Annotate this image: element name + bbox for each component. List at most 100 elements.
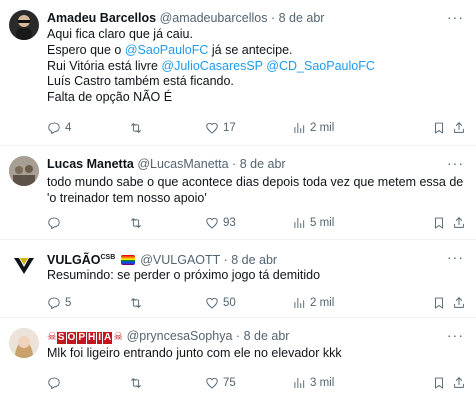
text-segment: todo mundo sabe o que acontece dias depo… [47, 175, 464, 189]
tweet-text-line: todo mundo sabe o que acontece dias depo… [47, 175, 463, 191]
heart-icon [205, 121, 219, 135]
more-icon[interactable]: ··· [447, 249, 464, 265]
reply-button[interactable] [47, 215, 65, 231]
views-icon [292, 216, 306, 230]
name-letter: H [87, 332, 97, 344]
display-name[interactable]: Amadeu Barcellos [47, 11, 156, 25]
tweet[interactable]: Lucas Manetta @LucasManetta · 8 de abr ·… [0, 146, 476, 240]
avatar[interactable] [9, 10, 39, 40]
views-count: 3 mil [310, 377, 335, 389]
avatar[interactable] [9, 250, 39, 280]
share-icon [452, 216, 466, 230]
tweet[interactable]: VULGÃOCSB @VULGAOTT · 8 de abr ··· Resum… [0, 240, 476, 318]
tweet-actions: 75 3 mil [47, 375, 464, 391]
tweet-text-line: Aqui fica claro que já caiu. [47, 27, 375, 43]
bookmark-button[interactable] [432, 215, 446, 231]
tweet-header: ☠S O P H I A ☠ @pryncesaSophya · 8 de abr [47, 328, 289, 345]
text-segment: Mlk foi ligeiro entrando junto com ele n… [47, 346, 342, 360]
user-handle[interactable]: @amadeubarcellos [160, 11, 268, 25]
skull-emoji-icon: ☠ [113, 331, 124, 343]
reply-icon [47, 296, 61, 310]
user-handle[interactable]: @pryncesaSophya [127, 329, 233, 343]
retweet-button[interactable] [129, 120, 147, 136]
retweet-icon [129, 121, 143, 135]
name-letter: P [77, 332, 86, 344]
share-button[interactable] [452, 215, 466, 231]
bookmark-button[interactable] [432, 120, 446, 136]
avatar[interactable] [9, 156, 39, 186]
more-icon[interactable]: ··· [447, 327, 464, 343]
like-count: 75 [223, 377, 236, 389]
heart-icon [205, 296, 219, 310]
views-button[interactable]: 3 mil [292, 375, 334, 391]
retweet-icon [129, 376, 143, 390]
bookmark-button[interactable] [432, 375, 446, 391]
tweet-text: Mlk foi ligeiro entrando junto com ele n… [47, 346, 342, 362]
tweet-header: VULGÃOCSB @VULGAOTT · 8 de abr [47, 250, 277, 268]
user-handle[interactable]: @LucasManetta [137, 157, 228, 171]
mention-link[interactable]: @CD_SaoPauloFC [266, 59, 375, 73]
bookmark-icon [432, 376, 446, 390]
views-count: 2 mil [310, 122, 335, 134]
tweet-actions: 4 17 2 mil [47, 120, 464, 136]
retweet-button[interactable] [129, 375, 147, 391]
tweet-actions: 93 5 mil [47, 215, 464, 231]
more-icon[interactable]: ··· [447, 9, 464, 25]
views-icon [292, 376, 306, 390]
separator-dot: · [232, 157, 237, 171]
share-button[interactable] [452, 120, 466, 136]
text-segment: Luís Castro também está ficando. [47, 74, 234, 89]
tweet-date[interactable]: 8 de abr [244, 329, 290, 343]
display-name[interactable]: Lucas Manetta [47, 157, 134, 171]
name-letter: A [103, 332, 113, 344]
more-icon[interactable]: ··· [447, 155, 464, 171]
like-button[interactable]: 50 [205, 295, 236, 311]
retweet-icon [129, 216, 143, 230]
mention-link[interactable]: @JulioCasaresSP [161, 59, 262, 73]
tweet[interactable]: ☠S O P H I A ☠ @pryncesaSophya · 8 de abr ··· … [0, 318, 476, 401]
views-button[interactable]: 5 mil [292, 215, 334, 231]
like-button[interactable]: 75 [205, 375, 236, 391]
text-segment: já se antecipe. [208, 42, 293, 57]
retweet-button[interactable] [129, 215, 147, 231]
display-name[interactable]: ☠S O P H I A ☠ [47, 328, 123, 345]
avatar[interactable] [9, 328, 39, 358]
reply-icon [47, 376, 61, 390]
name-letter: I [97, 332, 103, 344]
separator-dot: · [223, 253, 228, 268]
text-segment: Rui Vitória está livre [47, 58, 162, 73]
user-handle[interactable]: @VULGAOTT [140, 253, 220, 267]
share-icon [452, 296, 466, 310]
share-button[interactable] [452, 375, 466, 391]
separator-dot: · [235, 329, 241, 343]
views-button[interactable]: 2 mil [292, 120, 334, 136]
mention-link[interactable]: @SaoPauloFC [125, 43, 209, 57]
tweet[interactable]: Amadeu Barcellos @amadeubarcellos · 8 de… [0, 0, 476, 146]
reply-icon [47, 216, 61, 230]
like-button[interactable]: 17 [205, 120, 236, 136]
reply-button[interactable] [47, 375, 65, 391]
heart-icon [205, 216, 219, 230]
text-segment: Aqui fica claro que já caiu. [47, 27, 193, 41]
like-button[interactable]: 93 [205, 215, 236, 231]
share-button[interactable] [452, 295, 466, 311]
name-letter: S [56, 332, 66, 344]
views-button[interactable]: 2 mil [292, 295, 334, 311]
tweet-text: Resumindo: se perder o próximo jogo tá d… [47, 268, 320, 284]
tweet-date[interactable]: 8 de abr [240, 157, 286, 171]
tweet-date[interactable]: 8 de abr [279, 11, 325, 25]
reply-button[interactable]: 4 [47, 120, 71, 136]
reply-button[interactable]: 5 [47, 295, 71, 311]
tweet-date[interactable]: 8 de abr [231, 253, 277, 267]
bookmark-icon [432, 216, 446, 230]
share-icon [452, 121, 466, 135]
name-letter: O [66, 332, 77, 344]
reply-count: 4 [65, 122, 72, 134]
bookmark-button[interactable] [432, 295, 446, 311]
text-segment: Espero que o [47, 42, 125, 57]
display-name[interactable]: VULGÃO [47, 253, 100, 267]
retweet-button[interactable] [129, 295, 147, 311]
share-icon [452, 376, 466, 390]
text-segment: Falta de opção NÃO É [47, 90, 173, 105]
text-segment: 'o treinador tem nosso apoio' [47, 190, 207, 205]
